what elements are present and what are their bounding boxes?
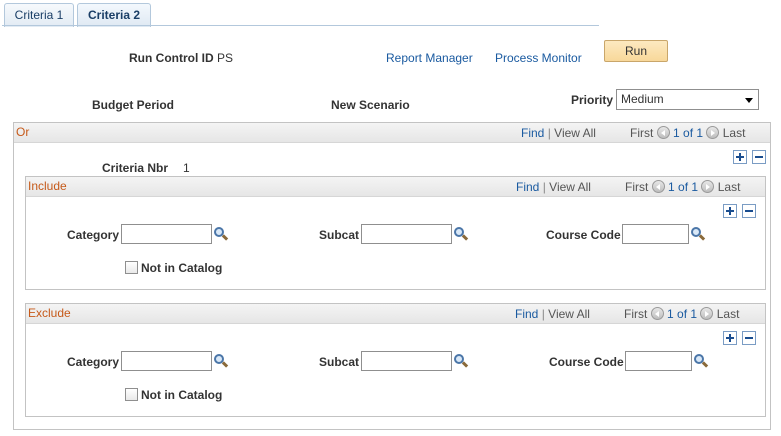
exclude-subcat-label: Subcat [319, 355, 360, 369]
tab-criteria-1-label: Criteria 1 [14, 8, 64, 22]
delete-row-icon[interactable] [742, 204, 756, 218]
delete-row-icon[interactable] [742, 331, 756, 345]
exclude-scroll-area: Exclude Find | View All First 1 of 1 Las… [25, 303, 766, 417]
exclude-subcat-input[interactable] [361, 351, 452, 371]
lookup-icon[interactable] [693, 353, 709, 369]
include-nav-separator: | [542, 180, 546, 194]
include-scroll-area: Include Find | View All First 1 of 1 Las… [25, 176, 766, 290]
report-manager-link[interactable]: Report Manager [386, 51, 473, 65]
or-first-label[interactable]: First [630, 126, 653, 140]
include-first-label[interactable]: First [625, 180, 648, 194]
include-nav: Find | View All [516, 180, 591, 194]
exclude-not-in-catalog-label: Not in Catalog [141, 388, 223, 402]
add-row-icon[interactable] [723, 331, 737, 345]
add-row-icon[interactable] [723, 204, 737, 218]
lookup-icon[interactable] [453, 226, 469, 242]
first-arrow-icon[interactable] [656, 126, 670, 139]
last-arrow-icon[interactable] [706, 126, 720, 139]
or-scroll-area: Or Find | View All First 1 of 1 Last Cri… [13, 122, 771, 430]
include-category-label: Category [67, 228, 120, 242]
include-header-bar: Include Find | View All First 1 of 1 Las… [26, 177, 765, 197]
run-control-id-value: PS [217, 51, 234, 65]
exclude-last-label[interactable]: Last [717, 307, 740, 321]
exclude-header-bar: Exclude Find | View All First 1 of 1 Las… [26, 304, 765, 324]
exclude-course-code-label: Course Code [549, 355, 624, 369]
or-last-label[interactable]: Last [723, 126, 746, 140]
or-header-bar: Or Find | View All First 1 of 1 Last [14, 123, 770, 143]
exclude-first-label[interactable]: First [624, 307, 647, 321]
include-subcat-input[interactable] [361, 224, 452, 244]
or-pager: First 1 of 1 Last [630, 126, 745, 140]
new-scenario-label: New Scenario [331, 98, 410, 112]
exclude-not-in-catalog-checkbox[interactable] [125, 388, 138, 401]
include-course-code-input[interactable] [622, 224, 689, 244]
include-not-in-catalog-checkbox[interactable] [125, 261, 138, 274]
run-button[interactable]: Run [604, 40, 668, 62]
exclude-nav-separator: | [541, 307, 545, 321]
include-subcat-label: Subcat [319, 228, 360, 242]
exclude-title: Exclude [28, 306, 71, 320]
lookup-icon[interactable] [213, 226, 229, 242]
exclude-category-label: Category [67, 355, 120, 369]
include-category-input[interactable] [121, 224, 212, 244]
tab-criteria-2-label: Criteria 2 [87, 8, 141, 22]
exclude-nav: Find | View All [515, 307, 590, 321]
run-control-id-label: Run Control ID [129, 51, 214, 65]
exclude-view-all-link[interactable]: View All [548, 307, 590, 321]
last-arrow-icon[interactable] [700, 307, 714, 320]
priority-select-value: Medium [621, 92, 664, 106]
include-view-all-link[interactable]: View All [549, 180, 591, 194]
process-monitor-link[interactable]: Process Monitor [495, 51, 582, 65]
lookup-icon[interactable] [453, 353, 469, 369]
exclude-course-code-input[interactable] [625, 351, 692, 371]
exclude-count: 1 of 1 [667, 307, 698, 321]
lookup-icon[interactable] [213, 353, 229, 369]
tab-criteria-1[interactable]: Criteria 1 [4, 3, 74, 27]
budget-period-label: Budget Period [92, 98, 175, 112]
first-arrow-icon[interactable] [650, 307, 664, 320]
or-count: 1 of 1 [673, 126, 704, 140]
or-find-link[interactable]: Find [521, 126, 544, 140]
or-nav: Find | View All [521, 126, 596, 140]
include-count: 1 of 1 [668, 180, 699, 194]
criteria-nbr-label: Criteria Nbr [102, 161, 169, 175]
first-arrow-icon[interactable] [651, 180, 665, 193]
exclude-find-link[interactable]: Find [515, 307, 538, 321]
include-not-in-catalog-label: Not in Catalog [141, 261, 223, 275]
include-course-code-label: Course Code [546, 228, 621, 242]
add-row-icon[interactable] [733, 150, 747, 164]
priority-select[interactable]: Medium [616, 89, 759, 110]
priority-label: Priority [571, 93, 614, 107]
chevron-down-icon [745, 98, 753, 103]
tab-criteria-2[interactable]: Criteria 2 [77, 3, 151, 27]
lookup-icon[interactable] [690, 226, 706, 242]
include-pager: First 1 of 1 Last [625, 180, 740, 194]
or-nav-separator: | [547, 126, 551, 140]
exclude-pager: First 1 of 1 Last [624, 307, 739, 321]
include-title: Include [28, 179, 67, 193]
criteria-nbr-value: 1 [183, 161, 190, 175]
include-last-label[interactable]: Last [718, 180, 741, 194]
or-title: Or [16, 125, 30, 139]
tab-divider [2, 25, 599, 26]
include-find-link[interactable]: Find [516, 180, 539, 194]
or-view-all-link[interactable]: View All [554, 126, 596, 140]
delete-row-icon[interactable] [752, 150, 766, 164]
exclude-category-input[interactable] [121, 351, 212, 371]
last-arrow-icon[interactable] [701, 180, 715, 193]
